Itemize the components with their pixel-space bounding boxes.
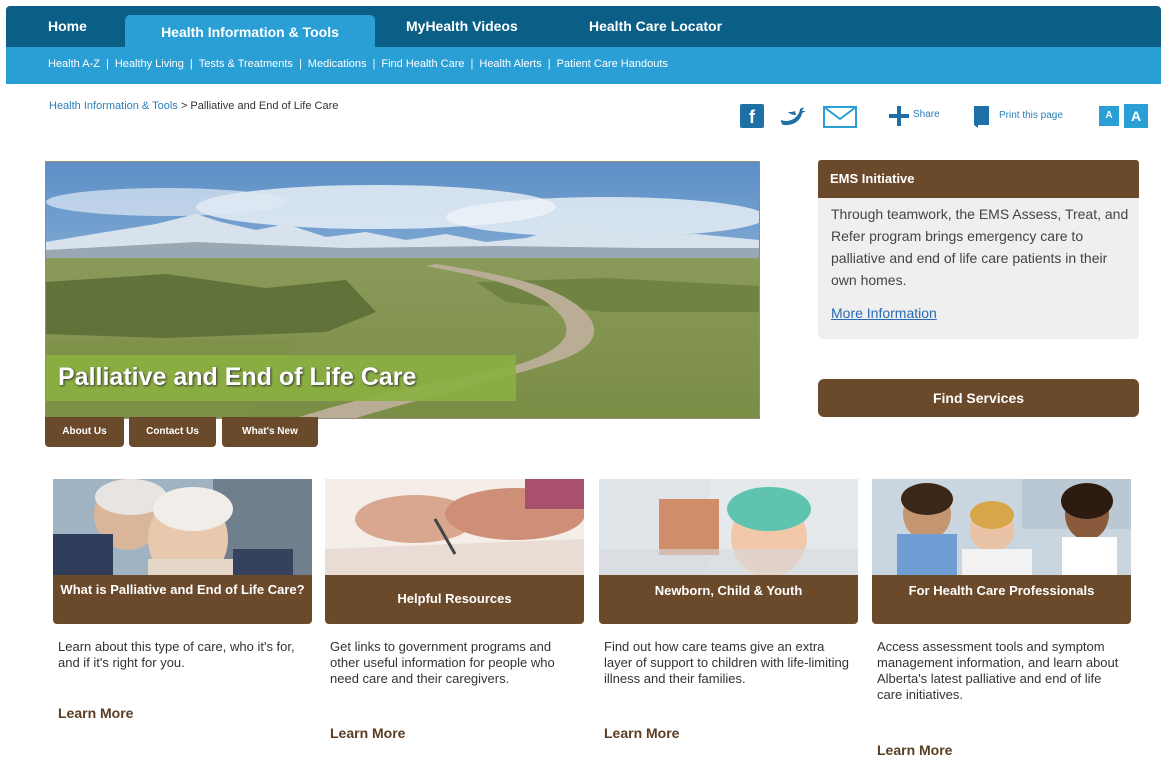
ems-heading-bar: EMS Initiative xyxy=(818,160,1139,198)
subnav-medications[interactable]: Medications xyxy=(308,58,367,70)
breadcrumb: Health Information & Tools > Palliative … xyxy=(49,100,338,112)
font-large-label: A xyxy=(1130,108,1142,124)
subnav-separator: | xyxy=(372,58,376,70)
print-icon xyxy=(974,106,989,128)
subnav-separator: | xyxy=(105,58,109,70)
card-title-bar[interactable]: What is Palliative and End of Life Care? xyxy=(53,575,312,624)
card-title: Helpful Resources xyxy=(397,591,512,606)
plus-icon xyxy=(889,106,909,126)
learn-more-link[interactable]: Learn More xyxy=(604,725,679,741)
card-title: Newborn, Child & Youth xyxy=(654,583,803,598)
card-title-bar[interactable]: Helpful Resources xyxy=(325,575,584,624)
card-title-bar[interactable]: Newborn, Child & Youth xyxy=(599,575,858,624)
breadcrumb-current: Palliative and End of Life Care xyxy=(190,100,339,112)
subnav-separator: | xyxy=(547,58,551,70)
email-icon[interactable] xyxy=(823,106,857,128)
learn-more-link[interactable]: Learn More xyxy=(58,705,133,721)
whats-new-tab[interactable]: What's New xyxy=(222,417,318,447)
font-small-label: A xyxy=(1105,110,1113,121)
card-title: For Health Care Professionals xyxy=(908,583,1095,598)
about-us-tab[interactable]: About Us xyxy=(45,417,124,447)
facebook-glyph: f xyxy=(749,107,755,127)
subnav-find-health-care[interactable]: Find Health Care xyxy=(381,58,464,70)
card-title-bar[interactable]: For Health Care Professionals xyxy=(872,575,1131,624)
font-size-large-button[interactable]: A xyxy=(1124,104,1148,128)
sub-navigation: Health A-Z | Healthy Living | Tests & Treatm… xyxy=(6,47,1161,84)
care-team-photo[interactable] xyxy=(872,479,1131,575)
contact-us-tab[interactable]: Contact Us xyxy=(129,417,216,447)
card-description: Access assessment tools and symptom mana… xyxy=(877,639,1119,702)
share-button[interactable]: Share xyxy=(888,104,958,128)
more-information-link[interactable]: More Information xyxy=(831,305,937,321)
share-label: Share xyxy=(913,109,940,120)
ems-initiative-panel: EMS Initiative Through teamwork, the EMS… xyxy=(818,160,1139,339)
subnav-separator: | xyxy=(189,58,193,70)
top-navigation: Home Health Information & Tools MyHealth… xyxy=(6,6,1161,47)
subnav-separator: | xyxy=(470,58,474,70)
tab-health-care-locator[interactable]: Health Care Locator xyxy=(589,18,722,34)
subnav-health-a-z[interactable]: Health A-Z xyxy=(48,58,100,70)
tab-myhealth-videos[interactable]: MyHealth Videos xyxy=(406,18,518,34)
subnav-patient-care-handouts[interactable]: Patient Care Handouts xyxy=(557,58,668,70)
tab-health-information-tools[interactable]: Health Information & Tools xyxy=(125,15,375,47)
subnav-healthy-living[interactable]: Healthy Living xyxy=(115,58,184,70)
subnav-tests-treatments[interactable]: Tests & Treatments xyxy=(199,58,293,70)
card-title: What is Palliative and End of Life Care? xyxy=(60,582,305,597)
tab-home[interactable]: Home xyxy=(48,18,87,34)
child-patient-photo[interactable] xyxy=(599,479,858,575)
subnav-health-alerts[interactable]: Health Alerts xyxy=(479,58,541,70)
writing-hands-photo[interactable] xyxy=(325,479,584,575)
card-description: Get links to government programs and oth… xyxy=(330,639,555,686)
print-label: Print this page xyxy=(999,110,1063,121)
subnav-separator: | xyxy=(298,58,302,70)
elderly-couple-photo[interactable] xyxy=(53,479,312,575)
hero-title: Palliative and End of Life Care xyxy=(58,363,417,391)
learn-more-link[interactable]: Learn More xyxy=(330,725,405,741)
twitter-icon[interactable] xyxy=(778,104,810,128)
print-page-button[interactable]: Print this page xyxy=(972,104,1092,128)
breadcrumb-arrow: > xyxy=(180,100,188,112)
ems-body-text: Through teamwork, the EMS Assess, Treat,… xyxy=(831,206,1129,288)
ems-heading: EMS Initiative xyxy=(830,171,915,186)
card-description: Find out how care teams give an extra la… xyxy=(604,639,849,686)
find-services-button[interactable]: Find Services xyxy=(818,379,1139,417)
font-size-small-button[interactable]: A xyxy=(1099,106,1119,126)
breadcrumb-parent-link[interactable]: Health Information & Tools xyxy=(49,100,178,112)
hero-banner: Palliative and End of Life Care xyxy=(45,161,760,419)
card-description: Learn about this type of care, who it's … xyxy=(58,639,295,670)
facebook-icon[interactable]: f xyxy=(740,104,764,128)
hero-title-banner: Palliative and End of Life Care xyxy=(46,355,516,401)
